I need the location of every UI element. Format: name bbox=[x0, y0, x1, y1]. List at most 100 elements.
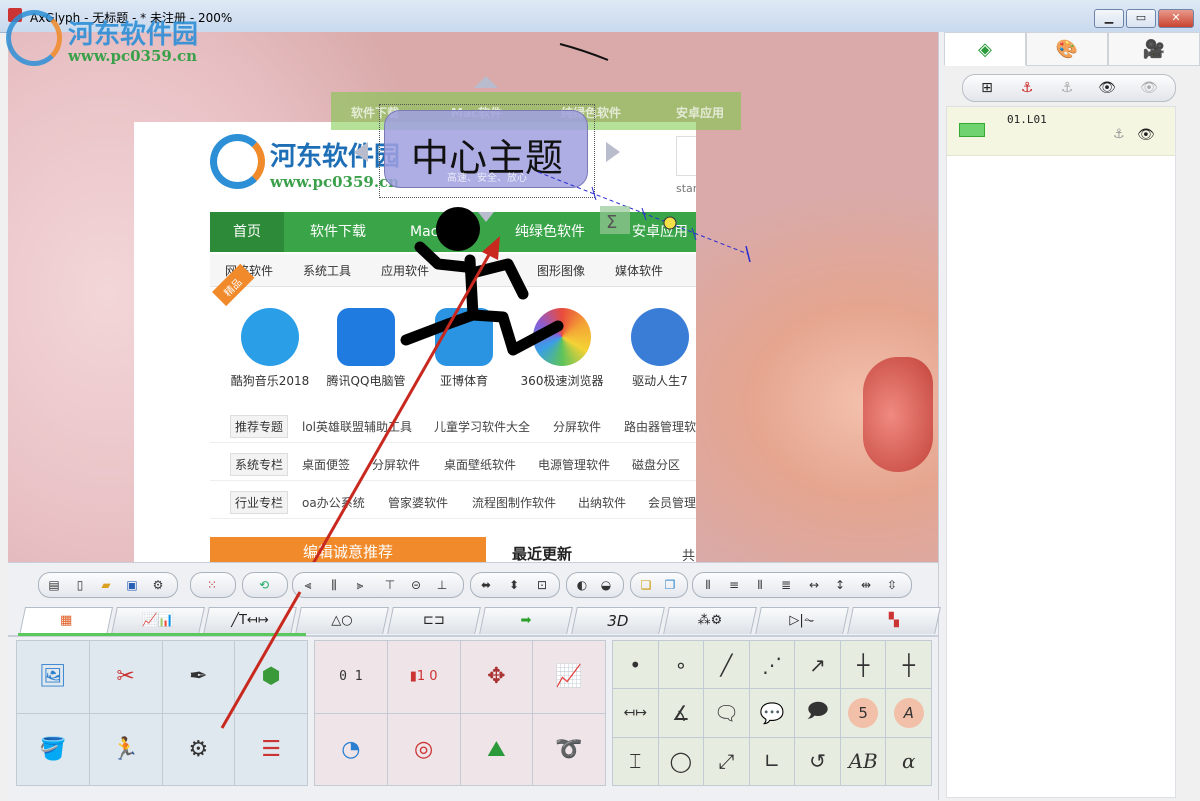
grid-icon[interactable]: ⁙ bbox=[203, 576, 221, 594]
tab-shapes[interactable]: △○ bbox=[295, 607, 389, 634]
dimension-line[interactable] bbox=[537, 171, 749, 255]
open-folder-icon[interactable]: ▰ bbox=[97, 576, 115, 594]
line-chart-icon[interactable]: 📈 bbox=[533, 641, 605, 713]
expand-right-icon[interactable] bbox=[606, 142, 620, 162]
letter-badge-icon[interactable]: A bbox=[886, 689, 931, 737]
pie-chart-icon[interactable]: ◔ bbox=[315, 713, 387, 785]
mindmap-icon[interactable]: ☰ bbox=[235, 713, 307, 785]
control-handle[interactable] bbox=[663, 216, 677, 230]
spiral-icon[interactable]: ➰ bbox=[533, 713, 605, 785]
layer-anchor-icon[interactable]: ⚓ bbox=[1113, 127, 1125, 142]
bring-front-icon[interactable]: ❏ bbox=[637, 576, 655, 594]
red-arrow-line[interactable] bbox=[220, 245, 496, 562]
align-left-icon[interactable]: ⫷ bbox=[299, 576, 317, 594]
fit-width-icon[interactable]: ⬌ bbox=[477, 576, 495, 594]
tab-layers[interactable]: ◈ bbox=[944, 32, 1026, 66]
minimize-button[interactable]: ▁ bbox=[1094, 9, 1124, 28]
dimension-icon[interactable]: ↤↦ bbox=[613, 689, 658, 737]
arrow-line-icon[interactable]: ↗ bbox=[795, 641, 840, 689]
align-center-icon[interactable]: ⫼ bbox=[325, 576, 343, 594]
running-man-figure[interactable] bbox=[400, 207, 564, 356]
anchor-disabled-icon[interactable]: ⚓ bbox=[1047, 79, 1087, 97]
surface-icon[interactable]: ⛰ bbox=[460, 713, 533, 785]
align-right-icon[interactable]: ⫸ bbox=[351, 576, 369, 594]
tab-text[interactable]: ╱T↤↦ bbox=[203, 607, 297, 634]
pen-stroke[interactable] bbox=[559, 43, 609, 61]
tab-science[interactable]: ⁂⚙ bbox=[663, 607, 757, 634]
dashed-line-icon[interactable]: ⋰ bbox=[749, 641, 795, 689]
pen-icon[interactable]: ✒ bbox=[162, 641, 235, 713]
rotate-icon[interactable]: ⟲ bbox=[255, 576, 273, 594]
menu-icon[interactable]: ▤ bbox=[45, 576, 63, 594]
save-icon[interactable]: ▣ bbox=[123, 576, 141, 594]
space-v-icon[interactable]: ≣ bbox=[777, 576, 795, 594]
ruler-icon[interactable]: 0 1 bbox=[315, 641, 387, 713]
cube-pencil-icon[interactable]: ⬢ bbox=[235, 641, 307, 713]
align-top-icon[interactable]: ⊤ bbox=[381, 576, 399, 594]
double-arrow-icon[interactable]: ⤢ bbox=[704, 737, 749, 785]
close-button[interactable]: ✕ bbox=[1158, 9, 1194, 28]
tab-3d[interactable]: 3D bbox=[571, 607, 665, 634]
callout-oval-icon[interactable]: 🗩 bbox=[795, 689, 840, 737]
flip-h-icon[interactable]: ◐ bbox=[573, 576, 591, 594]
distribute-v-icon[interactable]: ≡ bbox=[725, 576, 743, 594]
same-height-icon[interactable]: ↕ bbox=[831, 576, 849, 594]
align-middle-icon[interactable]: ⊝ bbox=[407, 576, 425, 594]
text-cursor-icon[interactable]: ⌶ bbox=[613, 737, 658, 785]
crosshair-icon[interactable]: ┼ bbox=[840, 641, 886, 689]
settings-icon[interactable]: ⚙ bbox=[149, 576, 167, 594]
tab-style[interactable]: 🎨 bbox=[1026, 32, 1108, 66]
dot-icon[interactable]: • bbox=[613, 641, 658, 689]
circle-icon[interactable]: ◯ bbox=[658, 737, 704, 785]
head-gear-icon[interactable]: ⚙ bbox=[162, 713, 235, 785]
paint-bucket-icon[interactable]: 🪣 bbox=[17, 713, 89, 785]
number-badge-icon[interactable]: 5 bbox=[840, 689, 886, 737]
space-h-icon[interactable]: ⦀ bbox=[751, 576, 769, 594]
distribute-h-icon[interactable]: ⦀ bbox=[699, 576, 717, 594]
running-man-icon[interactable]: 🏃 bbox=[89, 713, 162, 785]
colorbar-icon[interactable]: ▮1 0 bbox=[387, 641, 460, 713]
angle-icon[interactable]: ∡ bbox=[658, 689, 704, 737]
right-angle-icon[interactable]: ∟ bbox=[749, 737, 795, 785]
expand-up-icon[interactable] bbox=[474, 76, 498, 88]
tab-general[interactable]: ▦ bbox=[18, 607, 114, 636]
same-w2-icon[interactable]: ⇹ bbox=[857, 576, 875, 594]
new-file-icon[interactable]: ▯ bbox=[71, 576, 89, 594]
anchor-icon[interactable]: ⚓ bbox=[1007, 79, 1047, 97]
layer-eye-icon[interactable]: 👁 bbox=[1137, 127, 1155, 143]
fit-height-icon[interactable]: ⬍ bbox=[505, 576, 523, 594]
circle-small-icon[interactable]: ∘ bbox=[658, 641, 704, 689]
text-ab-icon[interactable]: AB bbox=[840, 737, 886, 785]
tab-more[interactable]: ▚ bbox=[847, 607, 941, 634]
maximize-button[interactable]: ▭ bbox=[1126, 9, 1156, 28]
tab-charts[interactable]: 📈📊 bbox=[111, 607, 205, 634]
flip-v-icon[interactable]: ◒ bbox=[597, 576, 615, 594]
axis-plot-icon[interactable]: ✥ bbox=[460, 641, 533, 713]
expand-left-icon[interactable] bbox=[354, 142, 368, 162]
cell-glyph: ➰ bbox=[555, 736, 583, 762]
tab-diagram[interactable]: ⊏⊐ bbox=[387, 607, 481, 634]
same-h2-icon[interactable]: ⇳ bbox=[883, 576, 901, 594]
callout-round-icon[interactable]: 💬 bbox=[749, 689, 795, 737]
line-icon[interactable]: ╱ bbox=[704, 641, 749, 689]
send-back-icon[interactable]: ❐ bbox=[661, 576, 679, 594]
image-icon[interactable]: 🖼 bbox=[17, 641, 89, 713]
radar-chart-icon[interactable]: ◎ bbox=[387, 713, 460, 785]
point-mark-icon[interactable]: ┼ bbox=[886, 641, 931, 689]
add-layer-icon[interactable]: ⊞ bbox=[967, 79, 1007, 97]
eye-icon[interactable]: 👁 bbox=[1087, 79, 1127, 97]
layer-row[interactable]: 01.L01 ⚓ 👁 bbox=[947, 107, 1175, 156]
scissors-icon[interactable]: ✂ bbox=[89, 641, 162, 713]
tab-arrows[interactable]: ➡ bbox=[479, 607, 573, 634]
eye-disabled-icon[interactable]: 👁 bbox=[1129, 79, 1169, 97]
fit-size-icon[interactable]: ⊡ bbox=[533, 576, 551, 594]
rotate-arrow-icon[interactable]: ↺ bbox=[795, 737, 840, 785]
drawing-canvas[interactable]: 河东软件园 www.pc0359.cn start 首页 软件下载 Mac 纯绿… bbox=[8, 32, 938, 562]
tab-animation[interactable]: 🎥 bbox=[1108, 32, 1200, 66]
align-bottom-icon[interactable]: ⊥ bbox=[433, 576, 451, 594]
same-width-icon[interactable]: ↔ bbox=[805, 576, 823, 594]
alpha-icon[interactable]: α bbox=[886, 737, 931, 785]
expand-down-icon[interactable] bbox=[478, 212, 494, 222]
callout-rect-icon[interactable]: 🗨 bbox=[704, 689, 749, 737]
tab-circuit[interactable]: ▷|⏦ bbox=[755, 607, 849, 634]
